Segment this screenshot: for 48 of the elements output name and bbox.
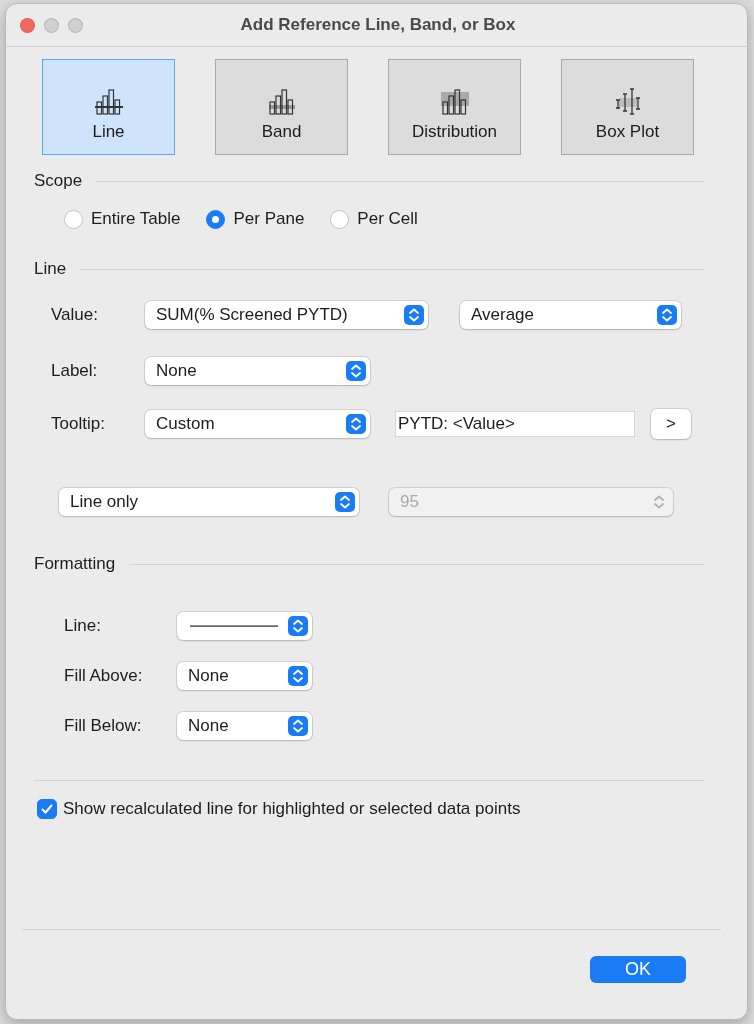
stepper-icon [288, 716, 308, 736]
window-title: Add Reference Line, Band, or Box [239, 15, 517, 35]
dropdown[interactable]: None [177, 712, 312, 740]
radio-button[interactable] [206, 209, 226, 229]
section-heading: Formatting [34, 554, 116, 574]
reference-band-icon [266, 86, 297, 116]
field-label: Tooltip: [51, 414, 106, 434]
type-button[interactable]: Line [42, 59, 175, 155]
close-button[interactable] [20, 17, 35, 33]
ok-button[interactable]: OK [590, 956, 686, 983]
dropdown[interactable]: SUM(% Screened PYTD) [145, 301, 428, 329]
radio-button[interactable] [330, 209, 350, 229]
type-button[interactable]: Band [215, 59, 348, 155]
field-label: Fill Above: [64, 666, 144, 686]
dropdown[interactable]: None [177, 662, 312, 690]
radio-button[interactable] [64, 209, 83, 229]
distribution-icon [439, 86, 470, 116]
field-label: Label: [51, 361, 99, 381]
field-label: Line: [64, 616, 102, 636]
stepper-icon [404, 305, 424, 325]
radio-label: Entire Table [91, 209, 181, 229]
zoom-button[interactable] [68, 17, 83, 33]
stepper-icon [335, 492, 355, 512]
checkbox-label: Show recalculated line for highlighted or selected data points [63, 799, 521, 819]
stepper-icon [346, 414, 366, 434]
stepper-icon [288, 666, 308, 686]
section-heading: Line [34, 259, 67, 279]
field-label: Value: [51, 305, 99, 325]
stepper-icon [288, 616, 308, 636]
type-button[interactable]: Box Plot [561, 59, 694, 155]
dropdown[interactable] [177, 612, 312, 640]
dropdown[interactable]: Average [460, 301, 681, 329]
stepper-icon [346, 361, 366, 381]
section-heading: Scope [34, 171, 83, 191]
radio-label: Per Cell [357, 209, 418, 229]
minimize-button[interactable] [44, 17, 59, 33]
checkmark-icon [40, 802, 54, 816]
reference-line-icon [93, 86, 124, 116]
field-label: Fill Below: [64, 716, 143, 736]
dropdown[interactable]: Custom [145, 410, 370, 438]
dropdown[interactable]: Line only [59, 488, 359, 516]
insert-button[interactable]: > [651, 409, 691, 439]
type-button[interactable]: Distribution [388, 59, 521, 155]
dropdown[interactable]: None [145, 357, 370, 385]
checkbox[interactable] [37, 799, 57, 819]
tooltip-field[interactable]: PYTD: <Value> [395, 411, 635, 437]
radio-label: Per Pane [233, 209, 305, 229]
stepper-icon [657, 305, 677, 325]
